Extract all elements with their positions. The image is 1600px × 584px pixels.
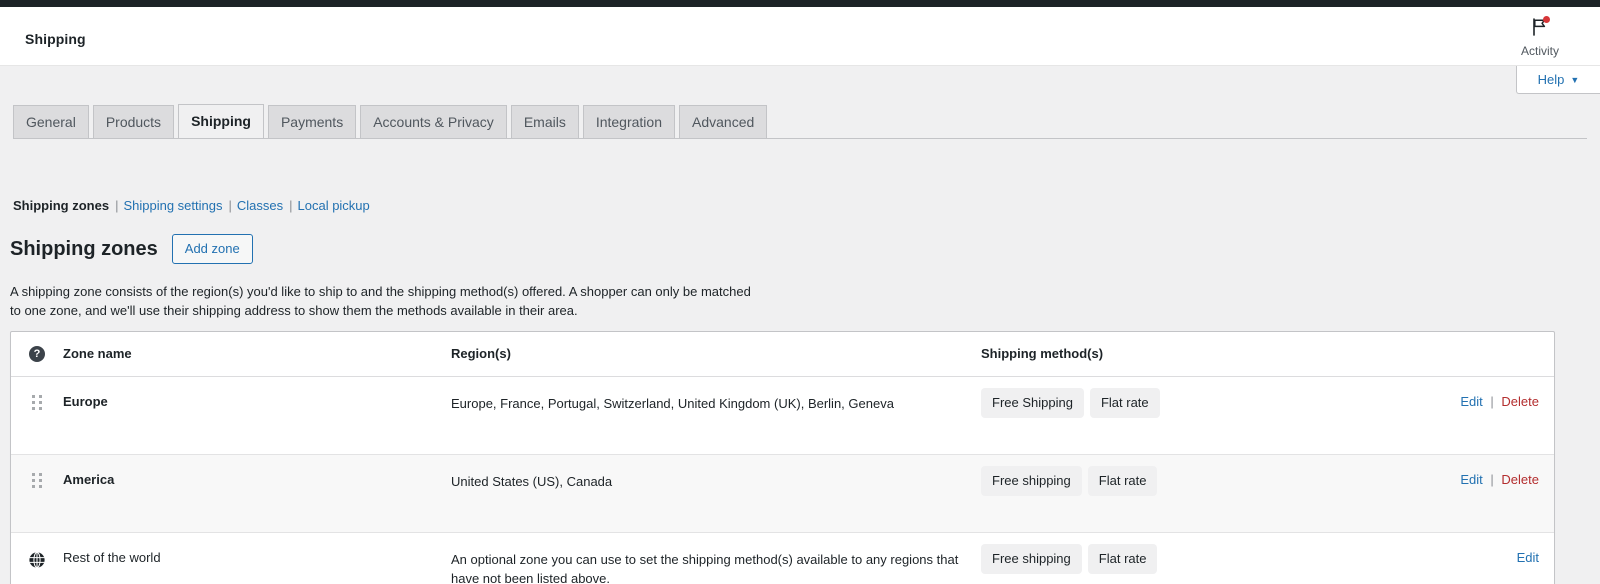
zone-regions-europe: Europe, France, Portugal, Switzerland, U… bbox=[451, 396, 894, 411]
shipping-zones-table: ? Zone name Region(s) Shipping method(s)… bbox=[10, 331, 1555, 584]
zone-name-europe[interactable]: Europe bbox=[63, 377, 451, 409]
method-chip-flat-rate[interactable]: Flat rate bbox=[1089, 388, 1160, 418]
zone-name-america[interactable]: America bbox=[63, 455, 451, 487]
edit-link-rest-of-the-world[interactable]: Edit bbox=[1517, 550, 1539, 565]
shipping-subnav: Shipping zones | Shipping settings | Cla… bbox=[13, 198, 370, 213]
tab-shipping[interactable]: Shipping bbox=[178, 104, 264, 139]
method-chip-flat-rate[interactable]: Flat rate bbox=[1087, 544, 1158, 574]
action-separator: | bbox=[1490, 394, 1494, 409]
edit-link-america[interactable]: Edit bbox=[1460, 472, 1482, 487]
activity-label: Activity bbox=[1520, 44, 1559, 58]
drag-handle-icon[interactable] bbox=[32, 473, 42, 488]
zone-methods-europe: Free Shipping Flat rate bbox=[981, 377, 1409, 418]
shipping-zones-description: A shipping zone consists of the region(s… bbox=[10, 284, 751, 318]
subnav-item-shipping-settings[interactable]: Shipping settings bbox=[123, 198, 222, 213]
column-header-zone-name: Zone name bbox=[63, 346, 132, 361]
subnav-separator-3: | bbox=[289, 198, 293, 213]
flag-icon bbox=[1529, 16, 1551, 38]
zone-regions-rest-of-the-world: An optional zone you can use to set the … bbox=[451, 552, 959, 584]
globe-icon bbox=[28, 551, 46, 569]
subnav-separator-1: | bbox=[115, 198, 119, 213]
tab-payments[interactable]: Payments bbox=[267, 105, 357, 139]
admin-bar bbox=[0, 0, 1600, 7]
row-actions-rest-of-the-world: Edit bbox=[1409, 533, 1539, 565]
table-row: Rest of the world An optional zone you c… bbox=[11, 533, 1554, 584]
table-row: Europe Europe, France, Portugal, Switzer… bbox=[11, 377, 1554, 455]
column-header-regions: Region(s) bbox=[451, 346, 511, 361]
subnav-item-shipping-zones[interactable]: Shipping zones bbox=[13, 198, 109, 213]
page-header: Shipping Activity bbox=[0, 7, 1600, 66]
tab-products[interactable]: Products bbox=[92, 105, 175, 139]
edit-link-europe[interactable]: Edit bbox=[1460, 394, 1482, 409]
delete-link-europe[interactable]: Delete bbox=[1501, 394, 1539, 409]
table-row: America United States (US), Canada Free … bbox=[11, 455, 1554, 533]
row-actions-america: Edit | Delete bbox=[1409, 455, 1539, 487]
zone-methods-rest-of-the-world: Free shipping Flat rate bbox=[981, 533, 1409, 574]
delete-link-america[interactable]: Delete bbox=[1501, 472, 1539, 487]
tab-integration[interactable]: Integration bbox=[582, 105, 675, 139]
page-title: Shipping bbox=[25, 31, 86, 47]
zone-regions-america: United States (US), Canada bbox=[451, 474, 613, 489]
zones-heading-row: Shipping zones Add zone bbox=[10, 234, 253, 264]
subnav-item-local-pickup[interactable]: Local pickup bbox=[298, 198, 370, 213]
add-zone-button[interactable]: Add zone bbox=[171, 234, 253, 264]
tab-emails[interactable]: Emails bbox=[510, 105, 579, 139]
tabs-divider bbox=[13, 138, 1587, 139]
shipping-zones-title: Shipping zones bbox=[10, 237, 158, 260]
question-mark-icon[interactable]: ? bbox=[29, 346, 45, 362]
column-header-shipping-methods: Shipping method(s) bbox=[981, 346, 1104, 361]
method-chip-free-shipping[interactable]: Free shipping bbox=[981, 544, 1082, 574]
method-chip-free-shipping[interactable]: Free Shipping bbox=[981, 388, 1084, 418]
notification-dot bbox=[1543, 16, 1550, 23]
subnav-item-classes[interactable]: Classes bbox=[237, 198, 283, 213]
method-chip-free-shipping[interactable]: Free shipping bbox=[981, 466, 1082, 496]
tab-general[interactable]: General bbox=[13, 105, 89, 139]
table-header-row: ? Zone name Region(s) Shipping method(s) bbox=[11, 332, 1554, 377]
zone-methods-america: Free shipping Flat rate bbox=[981, 455, 1409, 496]
row-actions-europe: Edit | Delete bbox=[1409, 377, 1539, 409]
activity-button[interactable]: Activity bbox=[1508, 16, 1572, 58]
drag-handle-icon[interactable] bbox=[32, 395, 42, 410]
chevron-down-icon: ▼ bbox=[1570, 74, 1580, 85]
settings-body: Help ▼ General Products Shipping Payment… bbox=[0, 66, 1600, 584]
action-separator: | bbox=[1490, 472, 1494, 487]
settings-tabs: General Products Shipping Payments Accou… bbox=[13, 104, 771, 139]
help-tab-button[interactable]: Help ▼ bbox=[1516, 66, 1600, 94]
subnav-separator-2: | bbox=[228, 198, 232, 213]
tab-accounts-privacy[interactable]: Accounts & Privacy bbox=[360, 105, 507, 139]
zone-name-rest-of-the-world[interactable]: Rest of the world bbox=[63, 533, 451, 565]
method-chip-flat-rate[interactable]: Flat rate bbox=[1087, 466, 1158, 496]
tab-advanced[interactable]: Advanced bbox=[679, 105, 768, 139]
help-tab-label: Help bbox=[1537, 72, 1565, 87]
